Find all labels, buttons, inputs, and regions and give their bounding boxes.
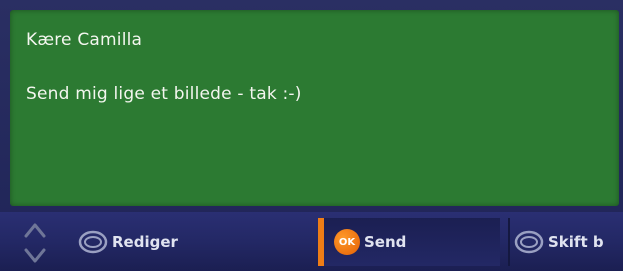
up-arrow-icon: [24, 223, 46, 238]
edit-button[interactable]: Rediger: [78, 224, 178, 260]
send-button[interactable]: OK Send: [318, 218, 500, 266]
tv-message-screen: Kære Camilla Send mig lige et billede - …: [0, 0, 623, 271]
message-body: Send mig lige et billede - tak :-): [26, 84, 302, 104]
down-arrow-icon: [24, 248, 46, 263]
switch-button[interactable]: Skift b: [508, 218, 623, 266]
switch-button-label: Skift b: [548, 233, 604, 251]
ring-button-icon: [514, 230, 544, 254]
bottom-action-bar: Rediger OK Send Skift b: [0, 212, 623, 271]
send-button-label: Send: [364, 233, 407, 251]
up-down-arrows-icon[interactable]: [22, 222, 48, 264]
message-panel[interactable]: Kære Camilla Send mig lige et billede - …: [10, 10, 619, 206]
message-greeting: Kære Camilla: [26, 30, 143, 50]
ring-button-icon: [78, 230, 108, 254]
ok-button-icon: OK: [334, 229, 360, 255]
edit-button-label: Rediger: [112, 233, 178, 251]
